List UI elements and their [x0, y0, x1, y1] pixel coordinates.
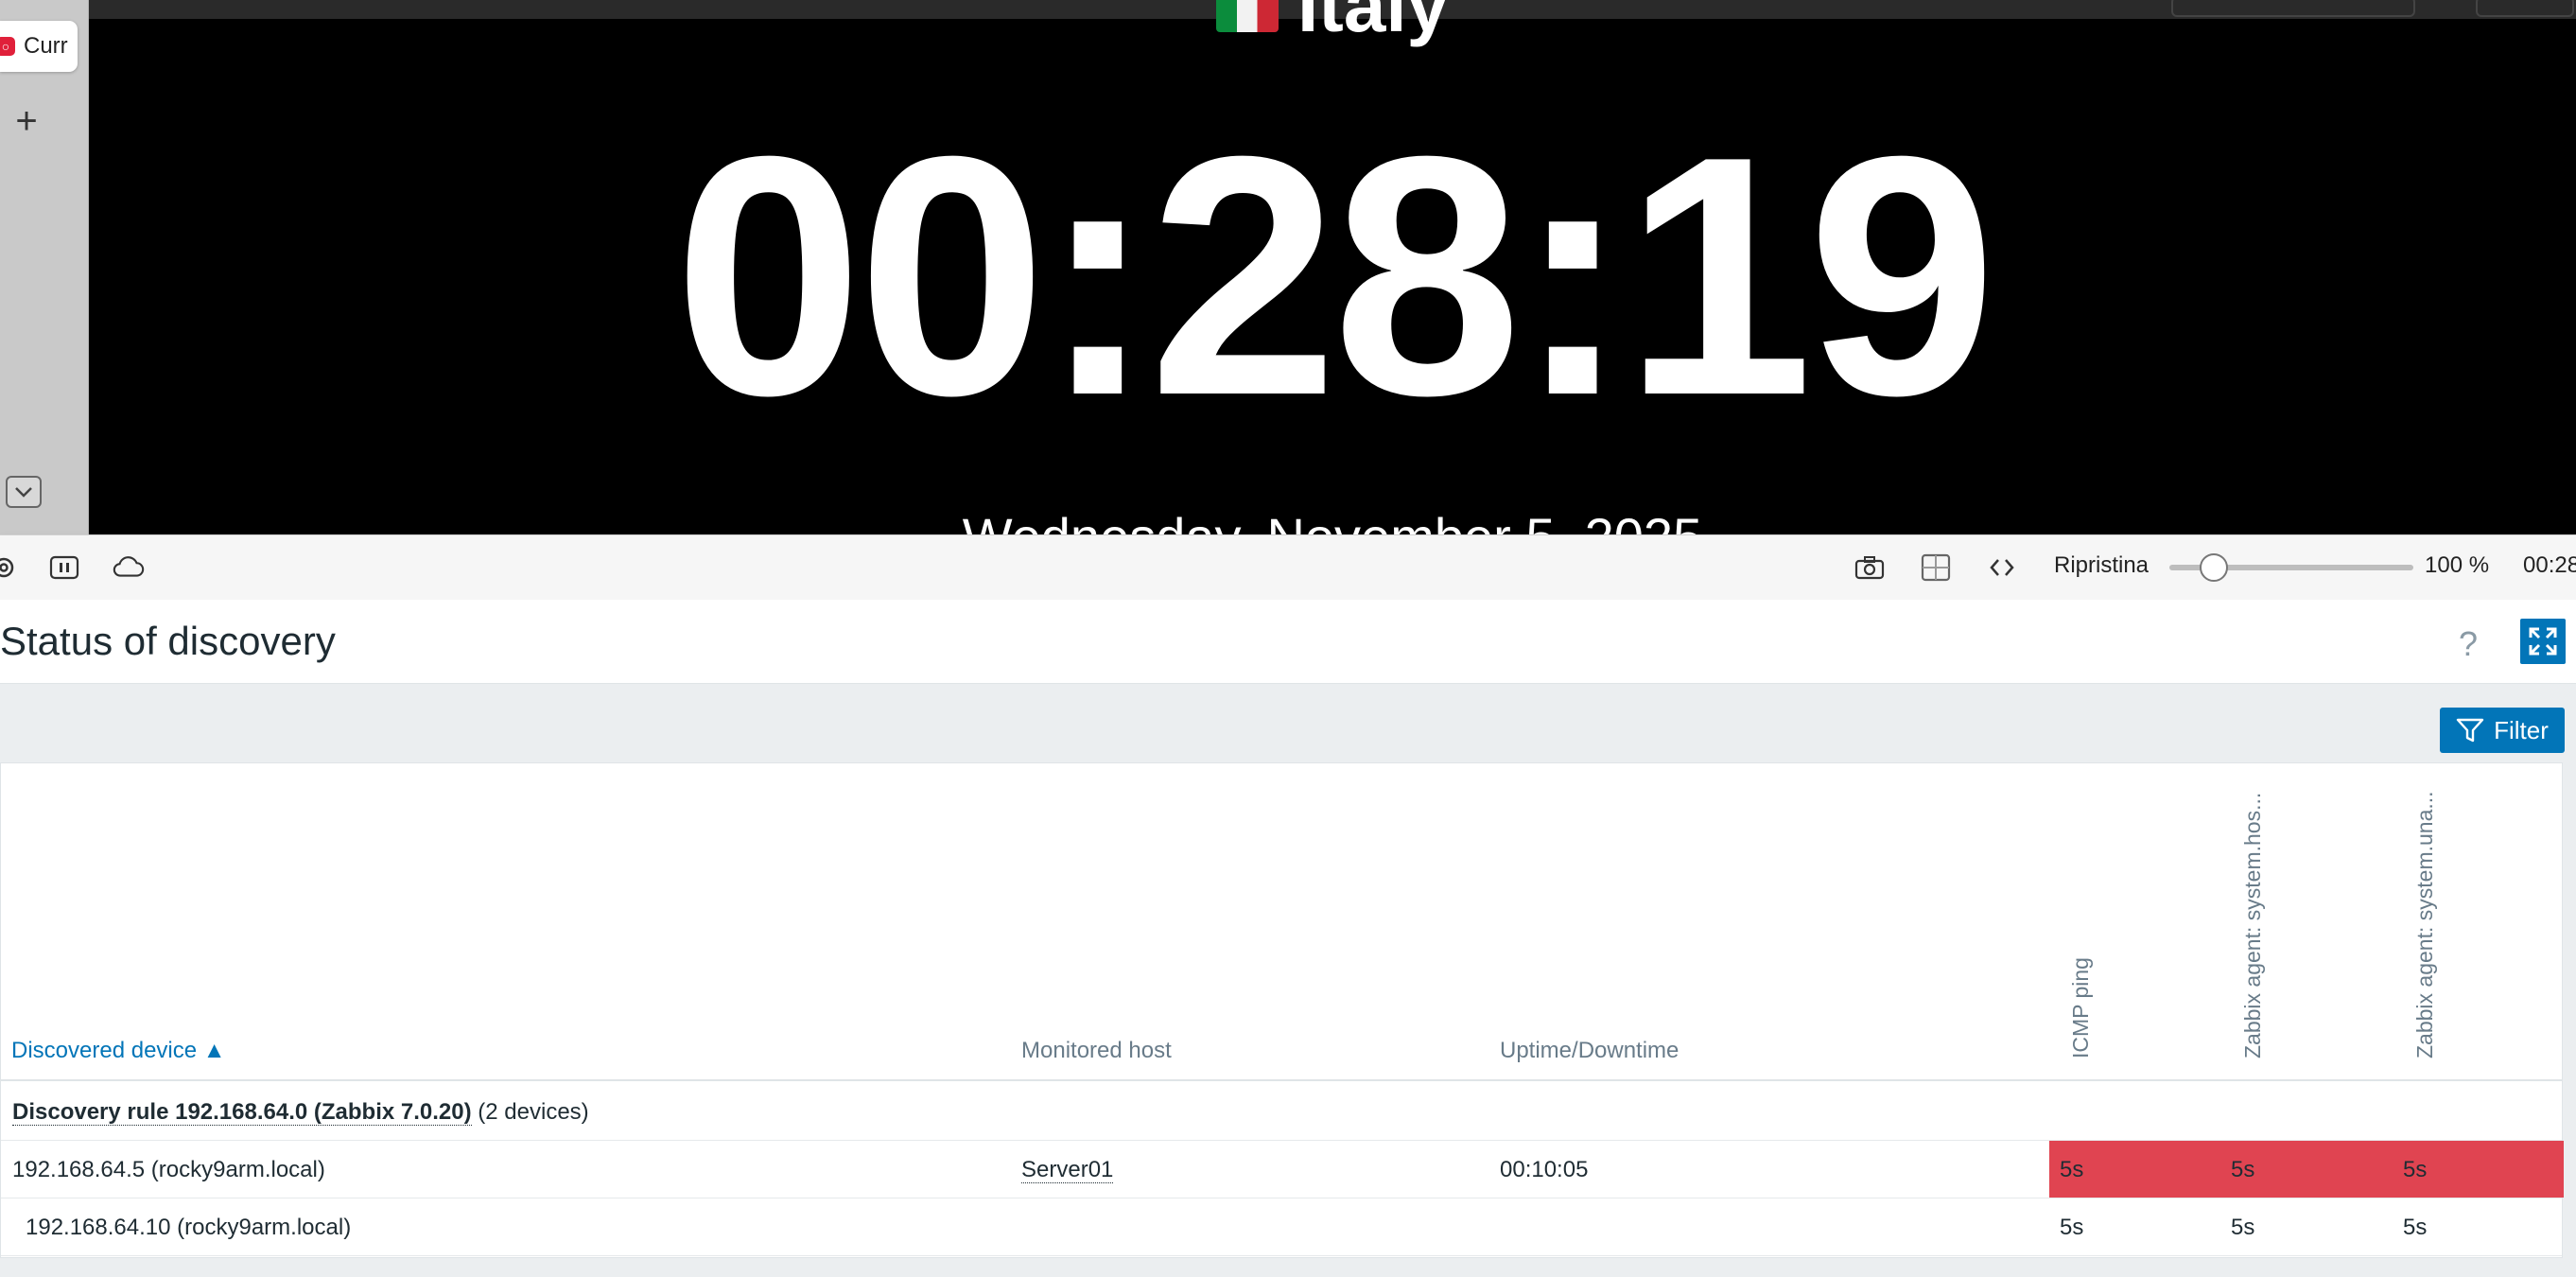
- expand-icon: [2529, 627, 2557, 656]
- device-cell: 192.168.64.10 (rocky9arm.local): [26, 1215, 352, 1240]
- agent-hostname-status-cell: 5s: [2231, 1215, 2255, 1240]
- table-row: 192.168.64.10 (rocky9arm.local) 5s 5s 5s: [1, 1198, 2562, 1256]
- pause-icon[interactable]: [47, 551, 81, 585]
- status-down-strip: [2049, 1141, 2564, 1198]
- filter-button[interactable]: Filter: [2440, 708, 2565, 753]
- clock-country: Italy: [89, 0, 2576, 49]
- italy-flag-icon: [1215, 0, 1279, 32]
- table-row: 192.168.64.5 (rocky9arm.local) Server01 …: [1, 1141, 2564, 1198]
- column-header-agent-hostname: Zabbix agent: system.hos...: [2240, 792, 2265, 1058]
- header-divider: [1, 1079, 2562, 1081]
- zoom-slider-thumb[interactable]: [2200, 553, 2228, 582]
- layout-icon[interactable]: [1919, 551, 1953, 585]
- funnel-icon: [2456, 718, 2484, 743]
- camera-icon[interactable]: [1853, 551, 1887, 585]
- fullscreen-button[interactable]: [2520, 619, 2566, 664]
- new-tab-button[interactable]: +: [9, 102, 44, 140]
- page-header: Status of discovery ?: [0, 600, 2576, 684]
- column-header-uptime: Uptime/Downtime: [1500, 1038, 1680, 1063]
- settings-gear-icon[interactable]: [0, 551, 21, 585]
- cloud-icon[interactable]: [112, 551, 146, 585]
- preview-toolbar: Ripristina 100 % 00:28: [0, 534, 2576, 601]
- tab-label: Curr: [24, 33, 68, 59]
- discovery-rule-row: Discovery rule 192.168.64.0 (Zabbix 7.0.…: [1, 1083, 2562, 1141]
- agent-uname-status-cell: 5s: [2403, 1215, 2428, 1240]
- discovery-table: Discovered device ▲ Monitored host Uptim…: [0, 762, 2564, 1258]
- column-header-discovered-device[interactable]: Discovered device ▲: [11, 1038, 226, 1064]
- device-cell: 192.168.64.5 (rocky9arm.local): [12, 1157, 325, 1182]
- help-icon[interactable]: ?: [2459, 624, 2478, 664]
- column-header-icmp-ping: ICMP ping: [2068, 957, 2093, 1058]
- clock-time: 00:28:19: [673, 86, 1996, 466]
- sidebar-collapse-button[interactable]: [6, 476, 42, 508]
- browser-tab[interactable]: ○ Curr: [0, 21, 78, 72]
- host-link[interactable]: Server01: [1021, 1157, 1114, 1183]
- clock-date: Wednesday, November 5, 2025: [89, 506, 2576, 534]
- code-icon[interactable]: [1985, 551, 2019, 585]
- reset-zoom-button[interactable]: Ripristina: [2054, 552, 2149, 579]
- icmp-status-cell: 5s: [2060, 1215, 2084, 1240]
- agent-uname-status-cell: 5s: [2403, 1157, 2428, 1182]
- chevron-down-icon: [15, 487, 32, 498]
- toolbar-time: 00:28: [2523, 552, 2576, 578]
- monitored-host-cell: Server01: [1021, 1157, 1114, 1183]
- discovery-rule-label: Discovery rule 192.168.64.0 (Zabbix 7.0.…: [12, 1099, 589, 1126]
- column-header-agent-uname: Zabbix agent: system.una...: [2412, 791, 2437, 1058]
- filter-label: Filter: [2494, 715, 2549, 744]
- column-header-monitored-host: Monitored host: [1021, 1038, 1172, 1063]
- page-title: Status of discovery: [0, 619, 336, 663]
- zoom-level: 100 %: [2425, 552, 2490, 578]
- device-count: (2 devices): [478, 1099, 589, 1125]
- browser-sidebar: [0, 0, 89, 534]
- uptime-cell: 00:10:05: [1500, 1157, 1589, 1182]
- tab-favicon-icon: ○: [0, 37, 15, 56]
- world-clock-panel: Italy 00:28:19 Wednesday, November 5, 20…: [89, 0, 2576, 534]
- discovery-rule-link[interactable]: Discovery rule 192.168.64.0 (Zabbix 7.0.…: [12, 1099, 472, 1126]
- agent-hostname-status-cell: 5s: [2231, 1157, 2255, 1182]
- country-name: Italy: [1297, 0, 1450, 47]
- icmp-status-cell: 5s: [2060, 1157, 2084, 1182]
